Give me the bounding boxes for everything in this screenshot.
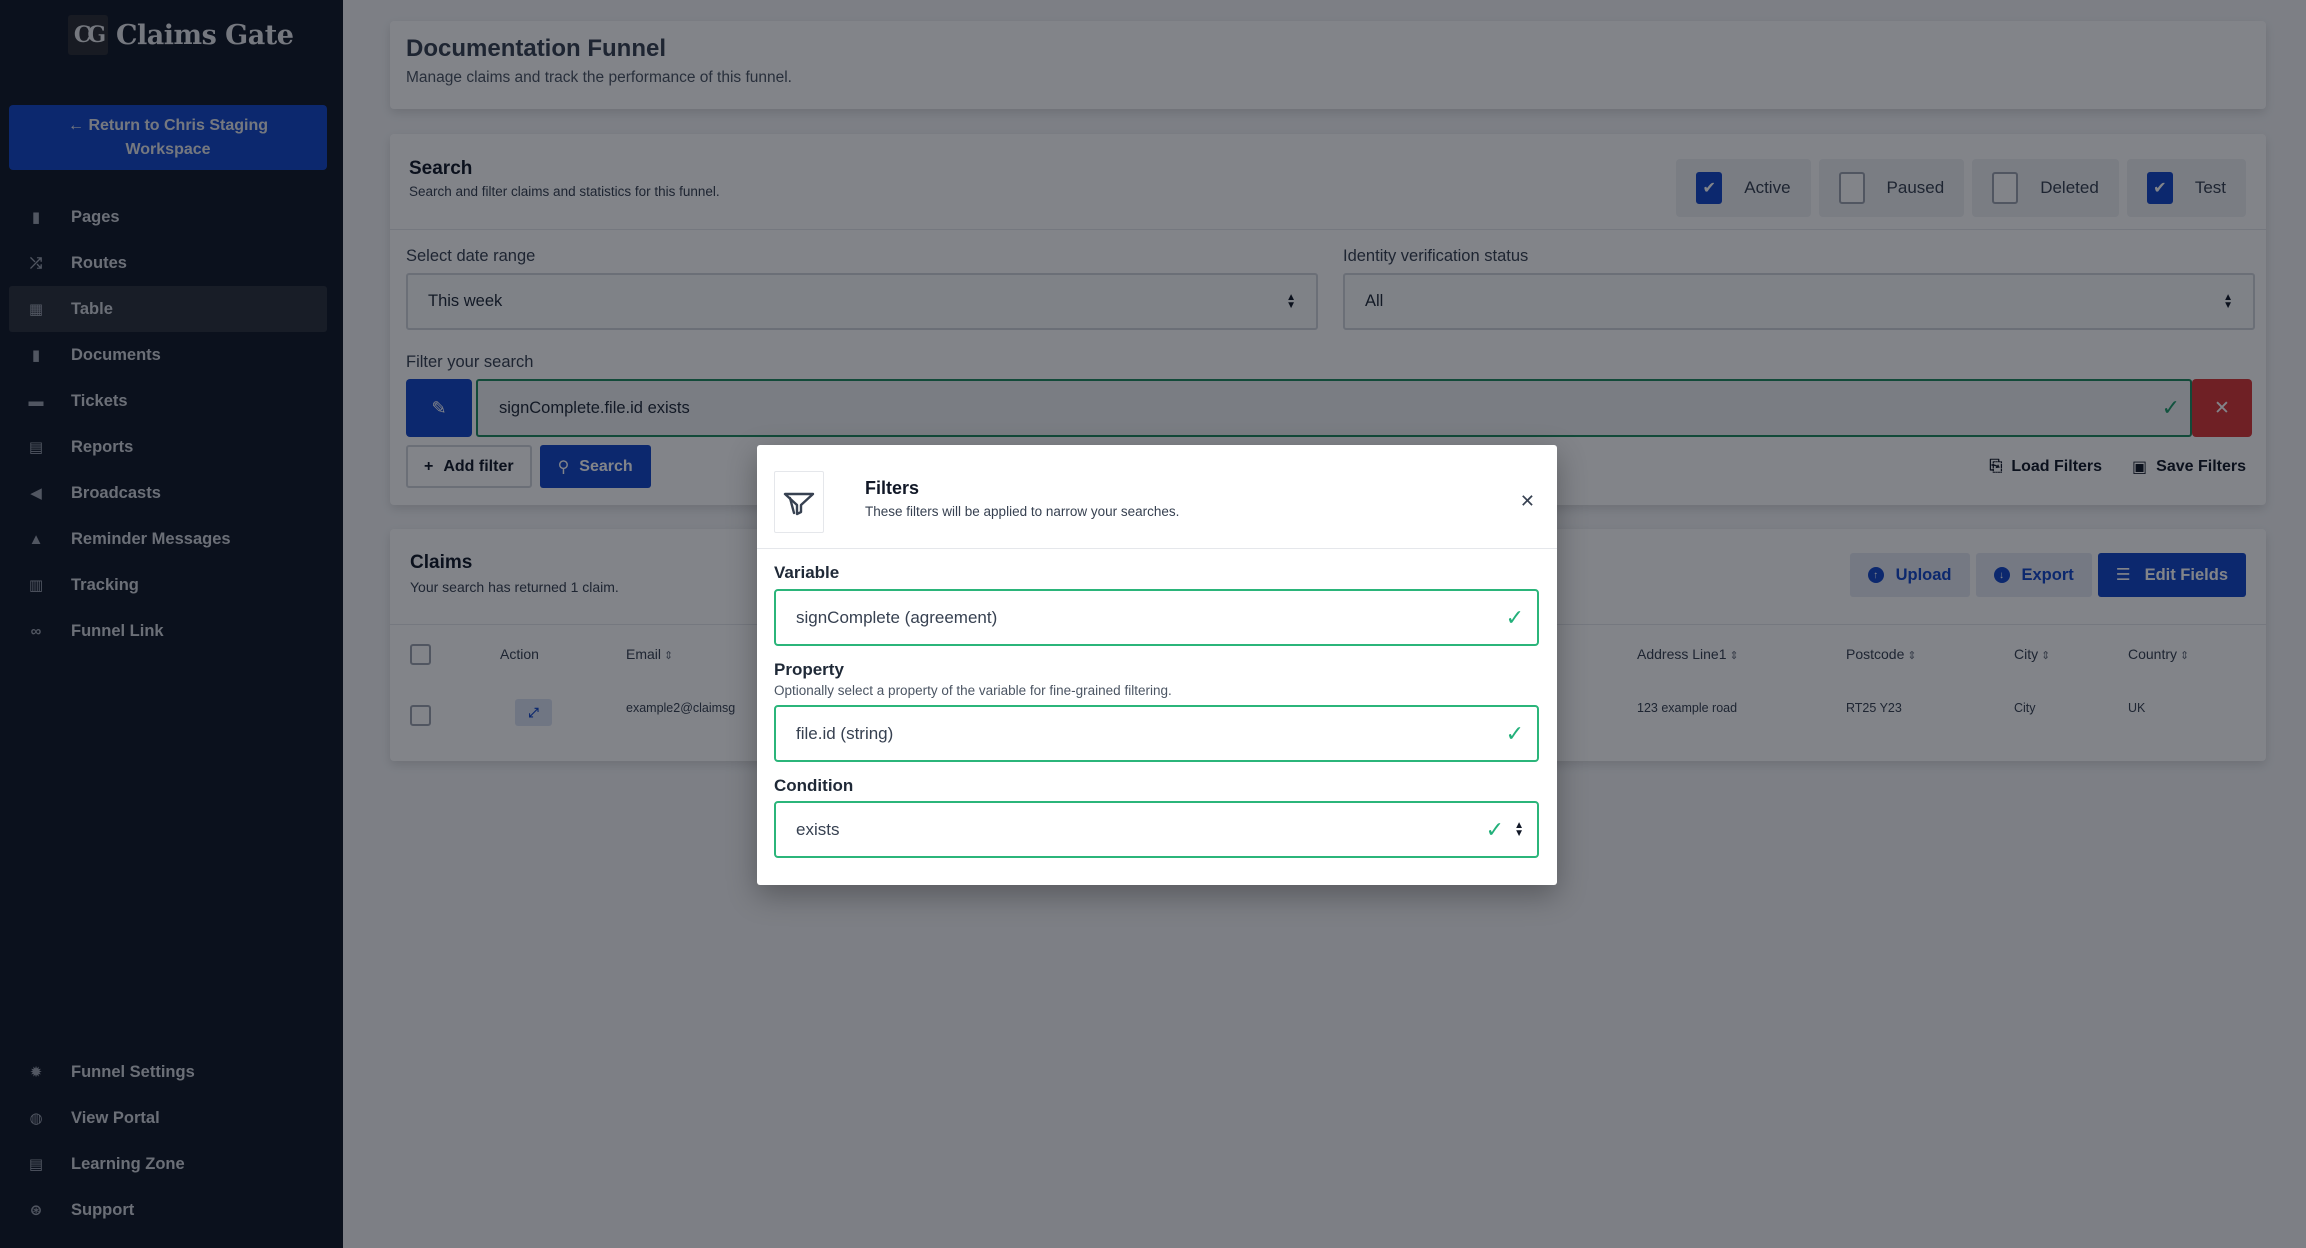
funnel-glyph bbox=[783, 492, 815, 516]
property-help-text: Optionally select a property of the vari… bbox=[774, 683, 1172, 698]
condition-indicators: ✓ ▲ ▼ bbox=[1486, 817, 1524, 843]
filter-funnel-icon bbox=[774, 471, 824, 533]
variable-value: signComplete (agreement) bbox=[796, 607, 998, 627]
condition-label: Condition bbox=[774, 776, 854, 795]
property-label: Property bbox=[774, 660, 844, 679]
variable-select[interactable]: signComplete (agreement) ✓ bbox=[774, 589, 1539, 646]
check-icon: ✓ bbox=[1505, 720, 1524, 746]
check-icon: ✓ bbox=[1485, 816, 1505, 842]
close-modal-button[interactable]: ✕ bbox=[1520, 491, 1535, 512]
close-icon: ✕ bbox=[1519, 491, 1535, 511]
variable-label: Variable bbox=[774, 563, 840, 582]
condition-value: exists bbox=[796, 819, 840, 839]
modal-title: Filters bbox=[865, 478, 920, 498]
modal-subtitle: These filters will be applied to narrow … bbox=[865, 504, 1180, 519]
property-select[interactable]: file.id (string) ✓ bbox=[774, 705, 1539, 762]
check-icon: ✓ bbox=[1505, 604, 1524, 630]
filters-modal: Filters These filters will be applied to… bbox=[757, 445, 1557, 885]
property-value: file.id (string) bbox=[796, 723, 894, 743]
condition-select[interactable]: exists ✓ ▲ ▼ bbox=[774, 801, 1539, 858]
modal-header: Filters These filters will be applied to… bbox=[757, 445, 1557, 549]
select-arrows-icon: ▲▼ bbox=[1514, 819, 1524, 839]
